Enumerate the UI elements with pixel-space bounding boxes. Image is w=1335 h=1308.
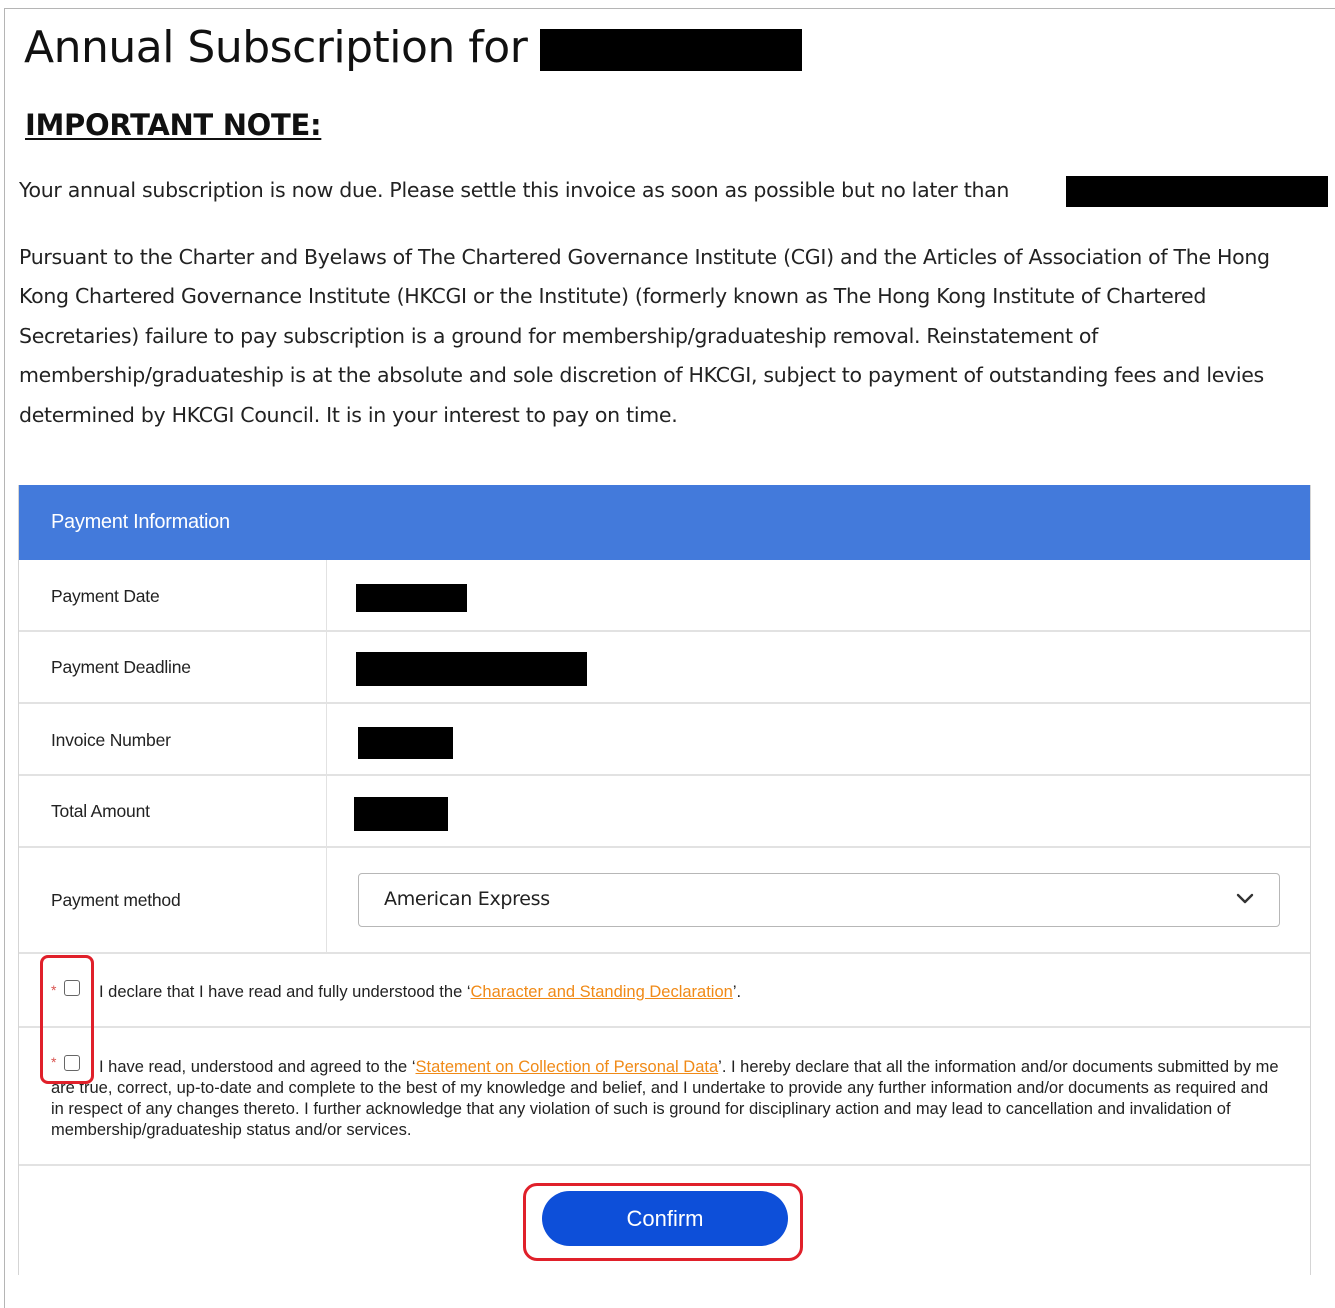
character-declaration-text: I declare that I have read and fully und… [99,983,742,1001]
invoice-number-row: Invoice Number [19,704,1310,776]
declaration-row-1: * I declare that I have read and fully u… [19,954,1310,1028]
personal-data-link[interactable]: Statement on Collection of Personal Data [415,1058,718,1076]
payment-method-value: American Express [384,888,550,910]
chevron-down-icon [1236,893,1254,904]
redacted-payment-date [356,584,467,612]
important-note-heading: IMPORTANT NOTE: [25,108,322,142]
page-title: Annual Subscription for [24,22,528,73]
payment-information-card: Payment Information Payment Date Payment… [18,485,1311,1275]
payment-date-label: Payment Date [51,586,160,606]
redacted-member-name [540,29,802,71]
checkbox-highlight-annotation [40,955,94,1084]
personal-data-text: I have read, understood and agreed to th… [51,1058,1279,1139]
character-declaration-link[interactable]: Character and Standing Declaration [471,983,733,1001]
total-amount-label: Total Amount [51,801,150,821]
declaration-row-2: * I have read, understood and agreed to … [19,1028,1310,1166]
payment-date-row: Payment Date [19,560,1310,632]
payment-method-row: Payment method American Express [19,848,1310,954]
total-amount-row: Total Amount [19,776,1310,848]
confirm-highlight-annotation [523,1183,803,1261]
payment-method-select[interactable]: American Express [358,873,1280,927]
redacted-total-amount [354,797,448,831]
legal-notice: Pursuant to the Charter and Byelaws of T… [19,245,1270,427]
payment-deadline-row: Payment Deadline [19,632,1310,704]
payment-information-title: Payment Information [51,511,230,533]
due-notice: Your annual subscription is now due. Ple… [19,178,1010,202]
payment-deadline-label: Payment Deadline [51,657,191,677]
redacted-due-date [1066,176,1328,207]
payment-method-label: Payment method [51,890,181,910]
redacted-invoice-number [358,727,453,759]
invoice-number-label: Invoice Number [51,730,171,750]
payment-information-header: Payment Information [19,485,1310,560]
redacted-payment-deadline [356,652,587,686]
